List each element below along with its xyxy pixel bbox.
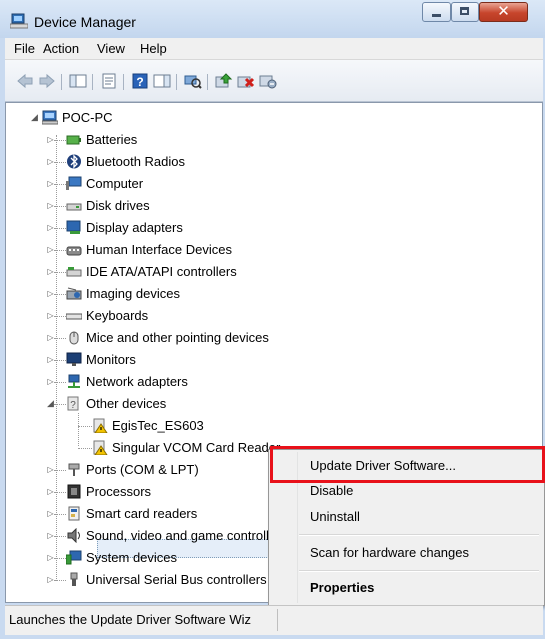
window-title: Device Manager <box>34 14 136 30</box>
update-driver-icon[interactable] <box>215 73 233 89</box>
menu-action[interactable]: Action <box>43 41 79 56</box>
svg-text:?: ? <box>70 400 76 411</box>
keyboard-icon <box>66 313 82 320</box>
help-icon[interactable]: ? <box>131 73 149 89</box>
forward-icon[interactable] <box>38 73 56 89</box>
status-text: Launches the Update Driver Software Wiz <box>9 612 252 627</box>
menu-uninstall[interactable]: Uninstall <box>310 509 360 524</box>
unknown-device-icon: ? <box>67 396 79 411</box>
port-icon <box>68 463 80 476</box>
menu-disable[interactable]: Disable <box>310 483 353 498</box>
imaging-device-icon <box>66 287 82 300</box>
display-adapter-icon <box>66 220 81 234</box>
svg-text:?: ? <box>136 75 143 89</box>
warning-device-icon <box>93 418 108 433</box>
disk-drive-icon <box>66 203 82 211</box>
menu-bar: File Action View Help <box>5 38 543 60</box>
network-adapter-icon <box>68 374 80 388</box>
tree-root-label: POC-PC <box>62 110 113 125</box>
speaker-icon <box>67 528 80 543</box>
device-manager-app-icon <box>10 13 28 29</box>
menu-properties[interactable]: Properties <box>310 580 374 595</box>
collapse-arrow-icon[interactable]: ◢ <box>30 112 39 123</box>
toolbar: ? <box>5 60 543 102</box>
back-icon[interactable] <box>16 73 34 89</box>
processor-icon <box>67 484 81 499</box>
ide-controller-icon <box>66 267 82 277</box>
close-icon: ✕ <box>497 3 510 20</box>
device-manager-window: Device Manager ✕ File Action View Help ? <box>0 0 545 639</box>
uninstall-icon[interactable] <box>237 73 255 89</box>
computer-icon <box>42 110 58 125</box>
highlight-box <box>270 446 545 483</box>
battery-icon <box>66 135 81 145</box>
maximize-icon <box>460 7 469 15</box>
disable-icon[interactable] <box>259 73 277 89</box>
menu-view[interactable]: View <box>97 41 125 56</box>
bluetooth-icon <box>67 154 81 169</box>
system-device-icon <box>66 550 82 565</box>
close-button[interactable]: ✕ <box>479 2 528 22</box>
computer-icon <box>66 176 82 190</box>
properties-icon[interactable] <box>100 73 118 89</box>
minimize-button[interactable] <box>422 2 451 22</box>
human-interface-device-icon <box>66 246 82 256</box>
scan-hardware-icon[interactable] <box>184 73 202 89</box>
minimize-icon <box>432 14 441 17</box>
menu-scan-hardware-changes[interactable]: Scan for hardware changes <box>310 545 469 560</box>
title-bar[interactable]: Device Manager ✕ <box>0 0 545 38</box>
usb-icon <box>70 572 78 586</box>
warning-device-icon <box>93 440 108 455</box>
maximize-button[interactable] <box>451 2 479 22</box>
status-bar: Launches the Update Driver Software Wiz <box>5 605 543 635</box>
show-hide-console-tree-icon[interactable] <box>69 73 87 89</box>
menu-help[interactable]: Help <box>140 41 167 56</box>
menu-file[interactable]: File <box>14 41 35 56</box>
mouse-icon <box>69 331 79 345</box>
monitor-icon <box>66 352 82 366</box>
smart-card-reader-icon <box>68 506 80 521</box>
show-hide-action-pane-icon[interactable] <box>153 73 171 89</box>
